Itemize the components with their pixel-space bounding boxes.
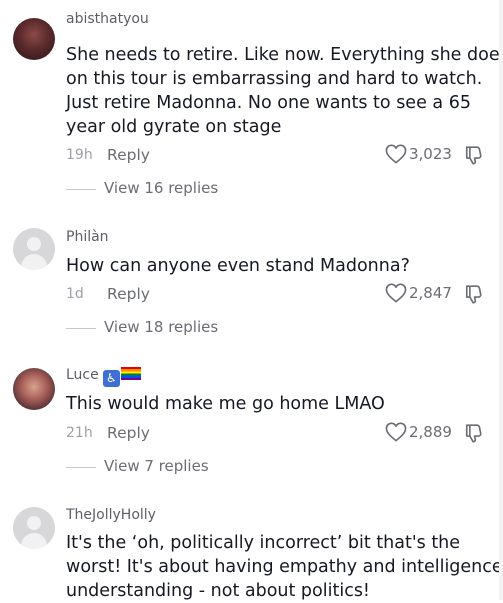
avatar[interactable] [13, 228, 55, 270]
comment-text-line: It's the ‘oh, politically incorrect’ bit… [66, 533, 461, 553]
comment-username[interactable]: abisthatyou [66, 11, 149, 27]
reply-button[interactable]: Reply [107, 145, 150, 165]
avatar[interactable] [13, 368, 55, 410]
thumbs-down-icon[interactable] [464, 283, 486, 305]
avatar[interactable] [13, 507, 55, 549]
rainbow-flag-icon [120, 367, 141, 380]
comment-item: TheJollyHolly It's the ‘oh, politically … [0, 498, 503, 603]
comment-username[interactable]: Luce ♿ [66, 367, 141, 387]
divider [66, 189, 96, 190]
comment-item: abisthatyou She needs to retire. Like no… [0, 0, 503, 200]
view-replies-label: View 18 replies [104, 318, 219, 336]
comment-text-line: on this tour is embarrassing and hard to… [66, 69, 483, 89]
comment-username-text: Luce [66, 367, 99, 383]
comment-text: She needs to retire. Like now. Everythin… [66, 43, 503, 139]
comment-text-line: year old gyrate on stage [66, 117, 282, 137]
thumbs-down-icon[interactable] [464, 422, 486, 444]
comment-username[interactable]: TheJollyHolly [66, 507, 156, 523]
reply-button[interactable]: Reply [107, 423, 150, 443]
comment-timestamp: 19h [66, 147, 93, 163]
comment-text: How can anyone even stand Madonna? [66, 254, 491, 278]
wheelchair-badge-icon: ♿ [102, 370, 120, 387]
comment-item: Luce ♿ This would make me go home LMAO 21… [0, 358, 503, 488]
like-count: 2,889 [409, 423, 452, 441]
divider [66, 328, 96, 329]
profile-badges: ♿ [102, 367, 141, 387]
thumbs-down-icon[interactable] [464, 144, 486, 166]
heart-outline-icon [385, 144, 407, 164]
comment-text-line: This would make me go home LMAO [66, 394, 385, 414]
scrollbar[interactable] [499, 0, 503, 600]
view-replies-label: View 16 replies [104, 179, 219, 197]
comment-text-line: understanding - not about politics! [66, 581, 370, 601]
comment-text-line: She needs to retire. Like now. Everythin… [66, 45, 503, 65]
comment-text-line: Just retire Madonna. No one wants to see… [66, 93, 471, 113]
divider [66, 467, 96, 468]
heart-outline-icon [385, 422, 407, 442]
comment-text: It's the ‘oh, politically incorrect’ bit… [66, 531, 503, 603]
comment-item: Philàn How can anyone even stand Madonna… [0, 220, 503, 350]
like-count: 3,023 [409, 145, 452, 163]
like-count: 2,847 [409, 284, 452, 302]
comment-text: This would make me go home LMAO [66, 392, 491, 416]
reply-button[interactable]: Reply [107, 284, 150, 304]
comment-timestamp: 21h [66, 425, 93, 441]
avatar[interactable] [13, 18, 55, 60]
heart-outline-icon [385, 283, 407, 303]
comment-text-line: How can anyone even stand Madonna? [66, 256, 410, 276]
comment-timestamp: 1d [66, 286, 84, 302]
view-replies-label: View 7 replies [104, 457, 209, 475]
comment-text-line: worst! It's about having empathy and int… [66, 557, 503, 577]
comment-username[interactable]: Philàn [66, 229, 109, 245]
